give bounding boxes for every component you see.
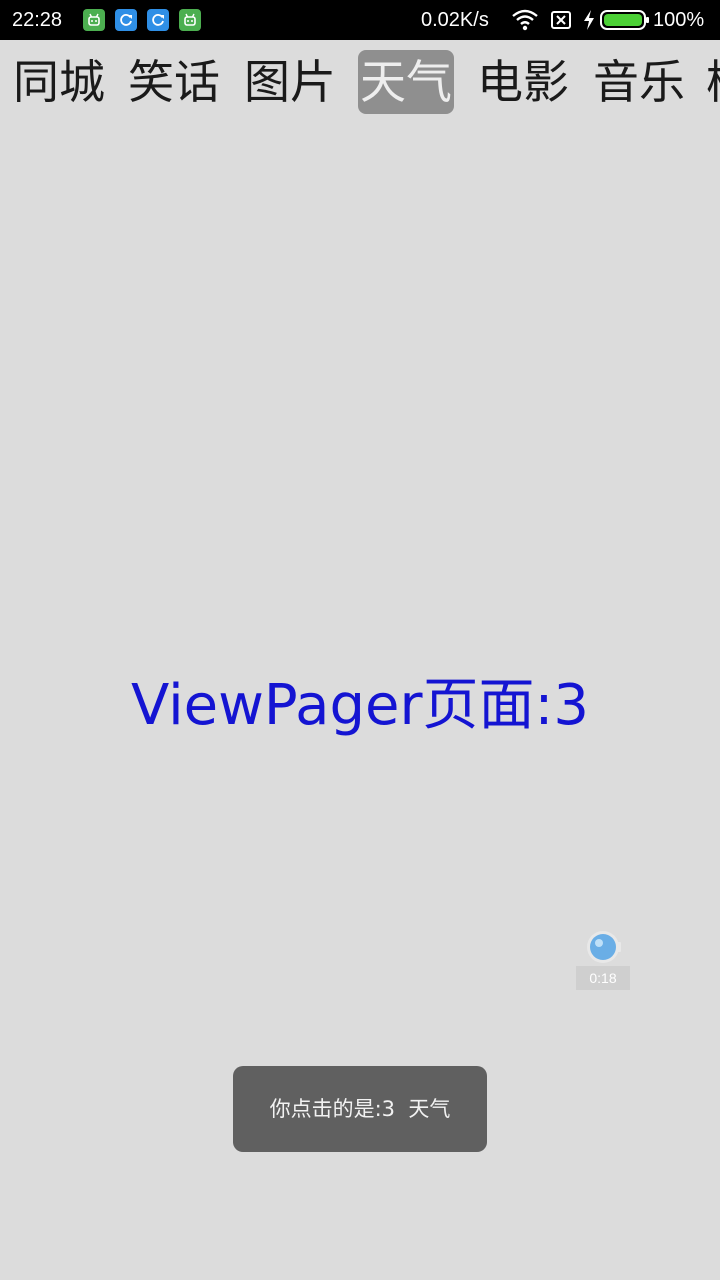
- battery-percent: 100%: [653, 9, 705, 31]
- tab-笑话[interactable]: 笑话: [127, 50, 221, 114]
- android-icon: [83, 9, 105, 31]
- sync-icon: [115, 9, 137, 31]
- tab-电影[interactable]: 电影: [476, 50, 570, 114]
- sync-icon: [147, 9, 169, 31]
- status-time: 22:28: [12, 9, 63, 31]
- viewpager-page-label: ViewPager页面:3: [131, 673, 589, 738]
- screen-recorder-widget[interactable]: 0:18: [576, 926, 630, 990]
- wifi-icon: [512, 9, 538, 36]
- tab-同城[interactable]: 同城: [12, 50, 106, 114]
- net-speed: 0.02K/s: [421, 9, 489, 31]
- toast-message: 你点击的是:3 天气: [233, 1066, 487, 1152]
- tab-天气[interactable]: 天气: [358, 50, 454, 114]
- tab-strip: 同城 笑话 图片 天气 电影 音乐 模: [0, 40, 720, 124]
- tab-overflow[interactable]: 模: [706, 50, 720, 114]
- camera-icon: [585, 928, 623, 968]
- status-bar: 22:28 0.02K/s 100%: [0, 0, 720, 40]
- no-sim-icon: [550, 9, 572, 36]
- tab-图片[interactable]: 图片: [243, 50, 337, 114]
- battery-icon: [600, 10, 650, 35]
- tab-音乐[interactable]: 音乐: [592, 50, 686, 114]
- recorder-time: 0:18: [576, 966, 630, 990]
- charging-icon: [582, 9, 596, 36]
- android-icon: [179, 9, 201, 31]
